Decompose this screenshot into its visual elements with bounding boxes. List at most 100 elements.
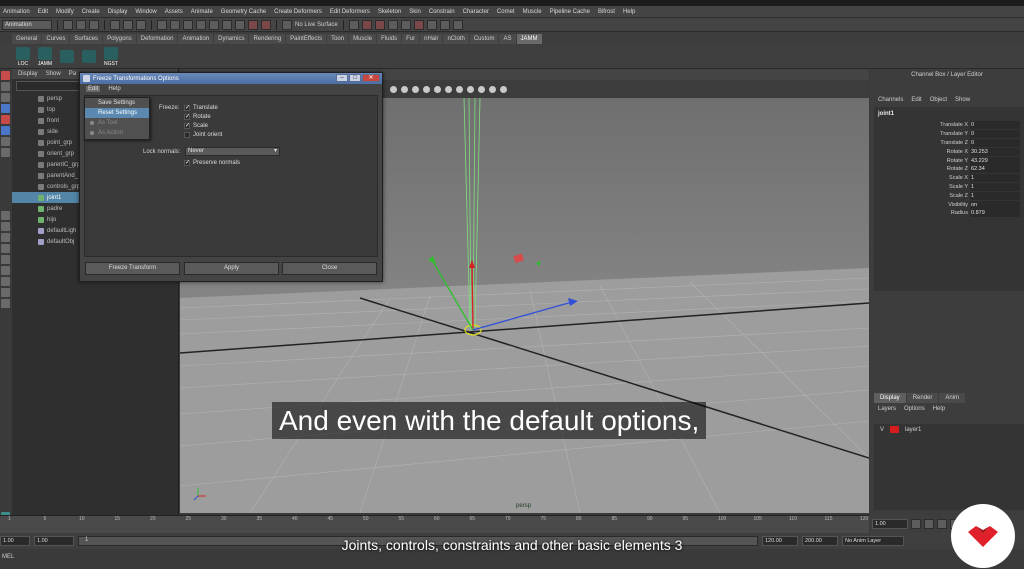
attribute-row-translate-z[interactable]: Translate Z0 — [874, 138, 1024, 148]
outliner-menu-show[interactable]: Show — [46, 71, 61, 77]
current-frame-field[interactable]: 1.00 — [872, 519, 908, 529]
checkbox-scale[interactable]: ✓ Scale — [184, 123, 208, 129]
channel-box-toggle-icon[interactable] — [426, 19, 437, 30]
attribute-value[interactable]: 43.229 — [970, 156, 1020, 165]
render-view-icon[interactable] — [387, 19, 398, 30]
ipr-icon[interactable] — [374, 19, 385, 30]
shelf-tab-fluids[interactable]: Fluids — [377, 33, 402, 44]
scale-tool-icon[interactable] — [1, 126, 10, 135]
shelf-tab-animation[interactable]: Animation — [178, 33, 214, 44]
menu-assets[interactable]: Assets — [165, 9, 183, 15]
channel-box-menu-show[interactable]: Show — [955, 97, 970, 103]
xray-joints-icon[interactable] — [467, 85, 474, 93]
snap-point-icon[interactable] — [183, 19, 193, 30]
attribute-row-scale-z[interactable]: Scale Z1 — [874, 191, 1024, 200]
isolate-select-icon[interactable] — [445, 85, 452, 93]
select-hierarchy-icon[interactable] — [110, 19, 120, 30]
layer-visibility-toggle[interactable]: V — [880, 427, 884, 433]
attribute-value[interactable]: 0 — [970, 130, 1020, 139]
play-back-icon[interactable] — [937, 519, 947, 529]
dialog-menu-edit[interactable]: Edit — [86, 85, 101, 92]
select-object-icon[interactable] — [123, 19, 133, 30]
attribute-row-scale-x[interactable]: Scale X1 — [874, 174, 1024, 183]
lights-icon[interactable] — [423, 85, 430, 93]
attribute-value[interactable]: on — [970, 200, 1020, 209]
shelf-tab-surfaces[interactable]: Surfaces — [70, 33, 103, 44]
menu-skin[interactable]: Skin — [409, 9, 421, 15]
film-gate-icon[interactable] — [500, 85, 507, 93]
menu-skeleton[interactable]: Skeleton — [378, 9, 401, 15]
paint-select-tool-icon[interactable] — [1, 93, 10, 102]
shelf-tab-as[interactable]: AS — [499, 33, 516, 44]
attribute-row-rotate-x[interactable]: Rotate X 30.253 — [874, 147, 1024, 156]
dialog-titlebar[interactable]: Freeze Transformations Options – □ ✕ — [80, 73, 382, 84]
shelf-tab-toon[interactable]: Toon — [327, 33, 349, 44]
menu-create-deformers[interactable]: Create Deformers — [274, 9, 322, 15]
shelf-button-loc[interactable]: LOC — [14, 46, 32, 67]
shelf-tab-muscle[interactable]: Muscle — [349, 33, 377, 44]
layout-custom-icon[interactable] — [1, 299, 10, 308]
attribute-row-visibility[interactable]: Visibility on — [874, 200, 1024, 209]
layer-menu-options[interactable]: Options — [904, 406, 925, 412]
shelf-tab-fur[interactable]: Fur — [402, 33, 420, 44]
layer-row[interactable]: V layer1 — [874, 424, 1024, 435]
menu-animation[interactable]: Animation — [3, 9, 30, 15]
snap-surface-icon[interactable] — [196, 19, 206, 30]
shelf-button-tool-2[interactable] — [58, 49, 76, 64]
attribute-value[interactable]: 62.34 — [970, 165, 1020, 174]
menu-window[interactable]: Window — [135, 9, 156, 15]
layer-color-swatch[interactable] — [890, 426, 900, 433]
menu-animate[interactable]: Animate — [191, 9, 213, 15]
snap-curve-icon[interactable] — [170, 19, 180, 30]
layout-render-icon[interactable] — [1, 288, 10, 297]
layer-tab-display[interactable]: Display — [874, 393, 906, 403]
attribute-value[interactable]: 0 — [970, 121, 1020, 130]
checkbox-rotate[interactable]: ✓ Rotate — [184, 114, 211, 120]
layer-tab-anim[interactable]: Anim — [939, 393, 966, 403]
snap-live-icon[interactable] — [209, 19, 219, 30]
attribute-value[interactable]: 0.879 — [970, 209, 1020, 218]
apply-button[interactable]: Apply — [184, 262, 279, 275]
close-window-button[interactable]: ✕ — [362, 74, 380, 82]
close-button[interactable]: Close — [282, 262, 377, 275]
shelf-button-ngst[interactable]: NGST — [102, 46, 120, 67]
menu-pipeline-cache[interactable]: Pipeline Cache — [550, 9, 590, 15]
layout-script-icon[interactable] — [1, 277, 10, 286]
freeze-transform-button[interactable]: Freeze Transform — [85, 262, 180, 275]
menu-edit[interactable]: Edit — [38, 9, 48, 15]
layout-graph-icon[interactable] — [1, 255, 10, 264]
last-tool-icon[interactable] — [1, 148, 10, 157]
render-settings-icon[interactable] — [261, 19, 271, 30]
menu-edit-deformers[interactable]: Edit Deformers — [330, 9, 370, 15]
select-tool-icon[interactable] — [1, 71, 10, 80]
shelf-tab-deformation[interactable]: Deformation — [136, 33, 178, 44]
magnet-icon[interactable] — [282, 19, 292, 30]
lock-normals-select[interactable]: Never ▾ — [185, 147, 280, 156]
shelf-tab-painteffects[interactable]: PaintEffects — [286, 33, 327, 44]
lasso-tool-icon[interactable] — [1, 82, 10, 91]
attribute-row-rotate-z[interactable]: Rotate Z 62.34 — [874, 165, 1024, 174]
snap-grid-icon[interactable] — [157, 19, 167, 30]
move-tool-icon[interactable] — [1, 104, 10, 113]
rotate-tool-icon[interactable] — [1, 115, 10, 124]
shadows-icon[interactable] — [434, 85, 441, 93]
shelf-tab-ncloth[interactable]: nCloth — [443, 33, 469, 44]
maximize-button[interactable]: □ — [349, 74, 361, 82]
preserve-normals-checkbox[interactable]: ✓ Preserve normals — [184, 160, 240, 166]
attribute-value[interactable]: 1 — [970, 191, 1020, 200]
shelf-button-jamm[interactable]: JAMM — [36, 46, 54, 67]
attribute-value[interactable]: 1 — [970, 182, 1020, 191]
textured-icon[interactable] — [412, 85, 419, 93]
menu-display[interactable]: Display — [108, 9, 128, 15]
resolution-gate-icon[interactable] — [489, 85, 496, 93]
layer-name[interactable]: layer1 — [905, 427, 921, 433]
channel-box-menu-edit[interactable]: Edit — [911, 97, 921, 103]
attribute-row-rotate-y[interactable]: Rotate Y 43.229 — [874, 156, 1024, 165]
shelf-tab-custom[interactable]: Custom — [469, 33, 499, 44]
shelf-tab-polygons[interactable]: Polygons — [103, 33, 136, 44]
shelf-tab-nhair[interactable]: nHair — [420, 33, 443, 44]
shelf-tab-jamm[interactable]: JAMM — [516, 33, 542, 44]
dialog-menu-help[interactable]: Help — [108, 86, 120, 92]
attribute-row-translate-x[interactable]: Translate X0 — [874, 121, 1024, 130]
go-to-start-icon[interactable] — [911, 519, 921, 529]
